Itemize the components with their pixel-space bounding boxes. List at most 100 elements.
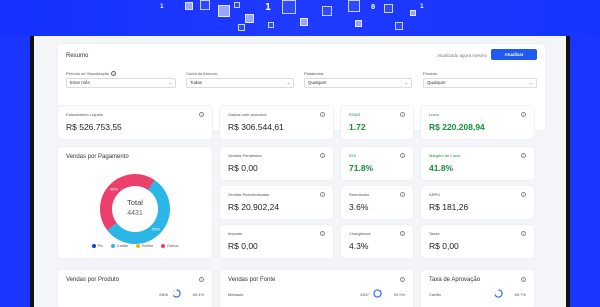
- card-label: ROI: [349, 153, 357, 158]
- progress-ring: [373, 289, 382, 298]
- filter-label-period: Período de Visualização i: [66, 71, 117, 77]
- info-icon[interactable]: i: [521, 231, 526, 236]
- card-lucro: Lucro R$ 220.208,94 i: [421, 106, 534, 139]
- card-value: 3.6%: [349, 202, 369, 212]
- row-label: Cartão: [429, 292, 442, 297]
- approval-rate-row: Cartão 69.7%: [429, 289, 526, 298]
- legend-label: Outros: [167, 244, 179, 248]
- info-icon[interactable]: i: [521, 277, 526, 282]
- banner-tile: [218, 5, 230, 17]
- donut-total-label: Total: [127, 198, 143, 207]
- card-vendas-pendentes: Vendas Pendentes R$ 0,00 i: [220, 147, 333, 180]
- source-sales-panel: Vendas por Fonte i Metaads 4397 99.0%: [220, 270, 413, 307]
- card-margem: Margem de Lucro 41.8% i: [421, 147, 534, 180]
- banner-digit: 1: [265, 2, 272, 13]
- product-sales-panel: Vendas por Produto i 2806 65.4%: [58, 270, 212, 307]
- payment-panel: Vendas por Pagamento Total 4431 55% 45% P…: [58, 147, 212, 258]
- card-value: R$ 306.544,61: [228, 122, 284, 132]
- banner-tile: [300, 18, 308, 26]
- donut-slice-label: 55%: [152, 226, 160, 231]
- card-arpu: ARPU R$ 181,26 i: [421, 186, 534, 219]
- row-count: 4397: [360, 292, 369, 297]
- banner-tile: [200, 0, 210, 10]
- info-icon[interactable]: i: [320, 231, 325, 236]
- info-icon[interactable]: i: [521, 112, 526, 117]
- filter-label-platform: Plataforma: [304, 71, 324, 76]
- account-select[interactable]: Todas ⌄: [186, 78, 294, 88]
- legend-item-boleto[interactable]: Boleto: [136, 244, 153, 248]
- info-icon[interactable]: i: [199, 277, 204, 282]
- payment-legend: Pix Cartão Boleto Outros: [58, 244, 212, 248]
- period-select[interactable]: Esse mês ⌄: [66, 78, 176, 88]
- legend-dot: [110, 244, 115, 248]
- card-label: Taxas: [429, 231, 440, 236]
- card-value: R$ 0,00: [228, 241, 258, 251]
- info-icon[interactable]: i: [400, 153, 405, 158]
- legend-item-cartao[interactable]: Cartão: [110, 244, 128, 248]
- payment-donut-chart: Total 4431 55% 45%: [100, 174, 170, 244]
- card-taxas: Taxas R$ 0,00 i: [421, 225, 534, 258]
- legend-label: Boleto: [142, 244, 154, 248]
- info-icon[interactable]: i: [521, 192, 526, 197]
- banner-tile: [185, 2, 193, 10]
- card-reembolso: Reembolso 3.6% i: [341, 186, 413, 219]
- info-icon[interactable]: i: [320, 112, 325, 117]
- info-icon[interactable]: i: [400, 231, 405, 236]
- legend-item-pix[interactable]: Pix: [91, 244, 103, 248]
- info-icon[interactable]: i: [400, 112, 405, 117]
- banner-tile: [322, 6, 332, 16]
- row-label: Metaads: [228, 292, 244, 297]
- legend-dot: [136, 244, 141, 248]
- legend-item-outros[interactable]: Outros: [161, 244, 178, 248]
- info-icon[interactable]: i: [400, 277, 405, 282]
- card-label: Faturamento Líquido: [66, 112, 103, 117]
- product-sales-title: Vendas por Produto: [66, 277, 120, 283]
- platform-select[interactable]: Qualquer ⌄: [304, 78, 412, 88]
- decorative-banner: 1 1 0 1: [0, 0, 600, 36]
- chevron-down-icon: ⌄: [404, 80, 408, 85]
- info-icon[interactable]: i: [521, 153, 526, 158]
- legend-label: Pix: [97, 244, 103, 248]
- card-vendas-reembolsadas: Vendas Reembolsadas R$ 20.902,24 i: [220, 186, 333, 219]
- banner-tile: [355, 20, 362, 27]
- banner-digit: 0: [371, 3, 376, 11]
- row-pct: 99.0%: [393, 292, 405, 297]
- card-roi: ROI 71.8% i: [341, 147, 413, 180]
- row-pct: 69.7%: [514, 292, 526, 297]
- card-label: Imposto: [228, 231, 243, 236]
- approval-rate-title: Taxa de Aprovação: [429, 277, 481, 283]
- product-select[interactable]: Qualquer ⌄: [423, 78, 537, 88]
- dashboard-frame: Resumo Atualizado agora mesmo Atualizar …: [30, 36, 570, 307]
- info-icon[interactable]: i: [199, 112, 204, 117]
- card-label: Lucro: [429, 112, 440, 117]
- card-label: Margem de Lucro: [429, 153, 461, 158]
- filter-label-account: Conta de Anúncio: [186, 71, 218, 76]
- chevron-down-icon: ⌄: [286, 80, 290, 85]
- info-icon[interactable]: i: [320, 153, 325, 158]
- updated-text: Atualizado agora mesmo: [437, 53, 487, 58]
- banner-digit: 1: [420, 3, 424, 10]
- info-icon[interactable]: i: [320, 192, 325, 197]
- update-button[interactable]: Atualizar: [491, 49, 537, 60]
- legend-dot: [91, 244, 96, 248]
- card-value: R$ 0,00: [429, 241, 459, 251]
- card-value: 1.72: [349, 122, 366, 132]
- card-value: 41.8%: [429, 163, 454, 173]
- card-value: R$ 526.753,55: [66, 122, 122, 132]
- banner-tile: [395, 22, 403, 30]
- card-chargeback: Chargeback 4.3% i: [341, 225, 413, 258]
- card-label: Chargeback: [349, 231, 371, 236]
- card-value: R$ 220.208,94: [429, 122, 485, 132]
- info-icon[interactable]: i: [111, 71, 117, 77]
- row-count: 2806: [159, 292, 168, 297]
- card-value: 4.3%: [349, 241, 369, 251]
- banner-tile: [348, 0, 360, 12]
- card-gastos: Gastos com anúncios R$ 306.544,61 i: [220, 106, 333, 139]
- card-value: 71.8%: [349, 163, 374, 173]
- approval-rate-panel: Taxa de Aprovação i Cartão 69.7%: [421, 270, 534, 307]
- card-faturamento: Faturamento Líquido R$ 526.753,55 i: [58, 106, 212, 139]
- info-icon[interactable]: i: [400, 192, 405, 197]
- progress-ring: [494, 289, 503, 298]
- banner-tile: [410, 10, 416, 16]
- card-label: Reembolso: [349, 192, 370, 197]
